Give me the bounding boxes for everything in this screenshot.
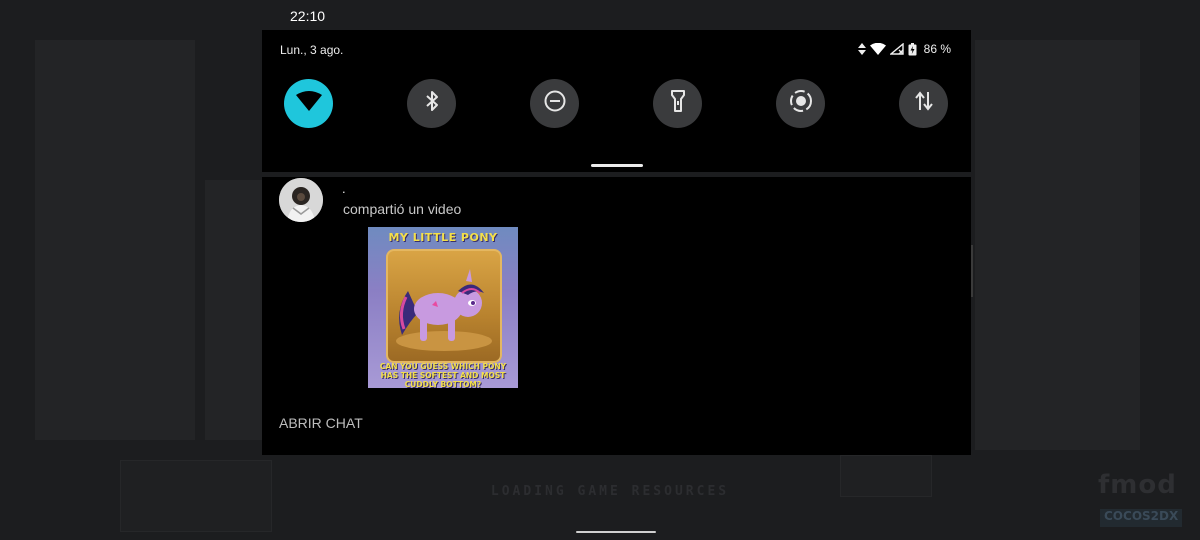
background-panel	[35, 40, 195, 440]
do-not-disturb-icon	[544, 90, 566, 117]
background-tile	[840, 455, 932, 497]
video-thumbnail[interactable]: MY LITTLE PONY CAN YOU GUESS WHICH PONY …	[368, 227, 518, 388]
battery-percent: 86 %	[923, 42, 951, 56]
fmod-logo: fmod	[1098, 470, 1177, 500]
cellular-off-icon	[889, 43, 904, 55]
expand-handle[interactable]	[591, 164, 643, 167]
background-tile	[120, 460, 272, 532]
status-icons: 86 %	[857, 42, 951, 56]
wifi-icon	[295, 91, 322, 116]
notification-title: .	[342, 181, 346, 196]
screen-record-icon	[789, 89, 813, 118]
bluetooth-icon	[425, 90, 439, 117]
open-chat-button[interactable]: ABRIR CHAT	[279, 415, 363, 431]
thumbnail-frame	[386, 249, 502, 363]
bluetooth-tile[interactable]	[407, 79, 456, 128]
thumbnail-bottom-caption: CAN YOU GUESS WHICH PONY HAS THE SOFTEST…	[379, 362, 507, 388]
data-arrows-icon	[857, 43, 866, 55]
screen-record-tile[interactable]	[776, 79, 825, 128]
thumbnail-top-caption: MY LITTLE PONY	[388, 231, 498, 244]
background-panel	[205, 180, 265, 440]
background-panel	[975, 40, 1140, 450]
wifi-status-icon	[869, 43, 886, 55]
side-edge-indicator	[971, 245, 973, 297]
data-transfer-icon	[914, 90, 934, 117]
mobile-data-tile[interactable]	[899, 79, 948, 128]
cocos-logo: COCOS2DX	[1100, 509, 1183, 527]
home-indicator[interactable]	[576, 531, 656, 533]
notification-card[interactable]: . compartió un video MY LITTLE PONY CAN …	[262, 177, 971, 455]
notification-text: compartió un video	[343, 201, 462, 217]
avatar	[279, 178, 323, 222]
flashlight-tile[interactable]	[653, 79, 702, 128]
status-time: 22:10	[290, 8, 326, 24]
date-label: Lun., 3 ago.	[280, 43, 344, 57]
wifi-tile[interactable]	[284, 79, 333, 128]
flashlight-icon	[670, 90, 685, 117]
pony-illustration	[396, 269, 492, 351]
quick-settings-panel: Lun., 3 ago. 86 %	[262, 30, 971, 172]
battery-charging-icon	[908, 42, 917, 56]
loading-text: LOADING GAME RESOURCES	[490, 484, 730, 499]
do-not-disturb-tile[interactable]	[530, 79, 579, 128]
